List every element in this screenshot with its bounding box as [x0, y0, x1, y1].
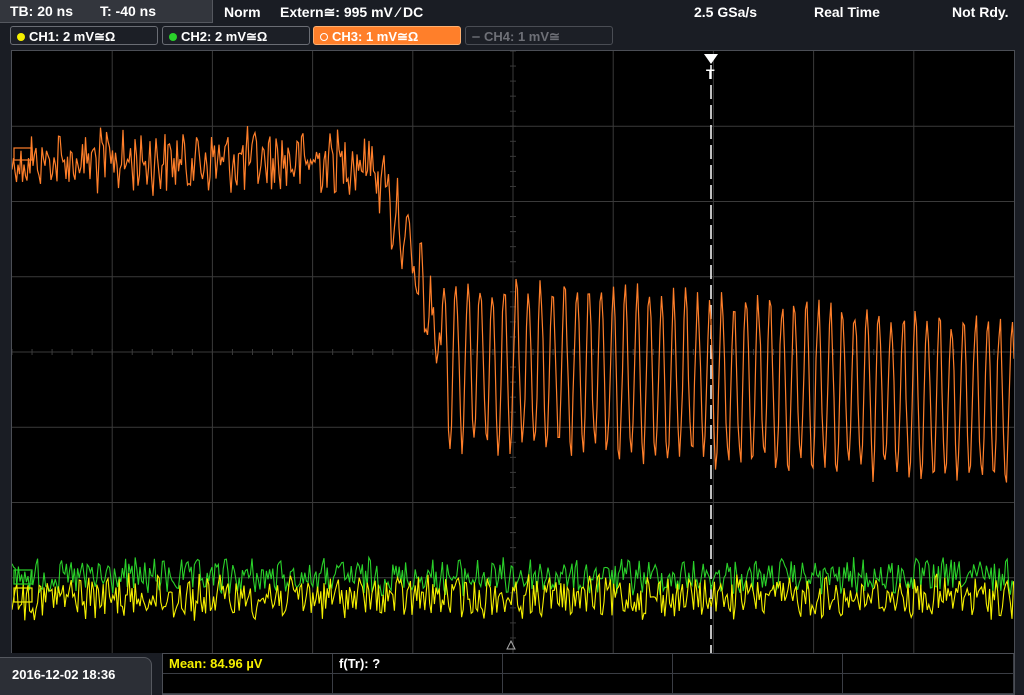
channel-1-indicator-icon [17, 33, 25, 41]
timebase-readout[interactable]: TB: 20 ns [10, 0, 73, 22]
channel-1-tab[interactable]: CH1: 2 mV≅Ω [10, 26, 158, 45]
date-time: 2016-12-02 18:36 [0, 657, 152, 695]
channel-2-label: CH2: 2 mV≅Ω [181, 29, 268, 44]
measurement-slot-7[interactable] [333, 674, 503, 694]
waveform-canvas[interactable]: T [12, 51, 1014, 653]
acquisition-mode[interactable]: Real Time [814, 2, 880, 22]
waveform-display[interactable]: T [11, 50, 1015, 654]
ready-status: Not Rdy. [952, 4, 1009, 20]
trigger-arrow-icon[interactable] [704, 54, 718, 64]
channel-1-label: CH1: 2 mV≅Ω [29, 29, 116, 44]
timebase-box[interactable]: TB: 20 ns T: -40 ns [0, 0, 213, 23]
channel-tabs: CH1: 2 mV≅Ω CH2: 2 mV≅Ω CH3: 1 mV≅Ω CH4:… [0, 26, 1024, 48]
channel-4-label: CH4: 1 mV≅ [484, 29, 560, 44]
channel-2-indicator-icon [169, 33, 177, 41]
measurement-slot-6[interactable] [163, 674, 333, 694]
trigger-time-readout[interactable]: T: -40 ns [100, 0, 156, 22]
reference-arrow-icon [506, 639, 516, 650]
channel-3-indicator-icon [320, 33, 328, 41]
measurement-slot-9[interactable] [673, 674, 843, 694]
trigger-source[interactable]: Extern≅: 995 mV ⁄ DC [280, 2, 423, 22]
trigger-mode[interactable]: Norm [224, 2, 261, 22]
measurement-slot-8[interactable] [503, 674, 673, 694]
channel-2-tab[interactable]: CH2: 2 mV≅Ω [162, 26, 310, 45]
bottom-bar: 2016-12-02 18:36 Mean: 84.96 µV f(Tr): ? [0, 653, 1024, 695]
trigger-marker-label: T [706, 66, 715, 82]
channel-3-offset-marker[interactable] [13, 147, 33, 161]
mean-measurement[interactable]: Mean: 84.96 µV [163, 654, 333, 674]
channel-3-ground-icon[interactable] [13, 147, 33, 161]
sample-rate[interactable]: 2.5 GSa/s [694, 2, 757, 22]
measurement-slot-5[interactable] [843, 654, 1014, 674]
measurement-table[interactable]: Mean: 84.96 µV f(Tr): ? [162, 653, 1015, 695]
measurement-slot-4[interactable] [673, 654, 843, 674]
channel-3-tab[interactable]: CH3: 1 mV≅Ω [313, 26, 461, 45]
channel-4-tab[interactable]: CH4: 1 mV≅ [465, 26, 613, 45]
channel-4-indicator-icon [472, 36, 480, 38]
trigger-position-line[interactable]: T [704, 54, 718, 653]
measurement-slot-3[interactable] [503, 654, 673, 674]
measurement-slot-10[interactable] [843, 674, 1014, 694]
rise-time-measurement[interactable]: f(Tr): ? [333, 654, 503, 674]
top-status-bar: TB: 20 ns T: -40 ns Norm Extern≅: 995 mV… [0, 0, 1024, 24]
channel-3-label: CH3: 1 mV≅Ω [332, 29, 419, 44]
